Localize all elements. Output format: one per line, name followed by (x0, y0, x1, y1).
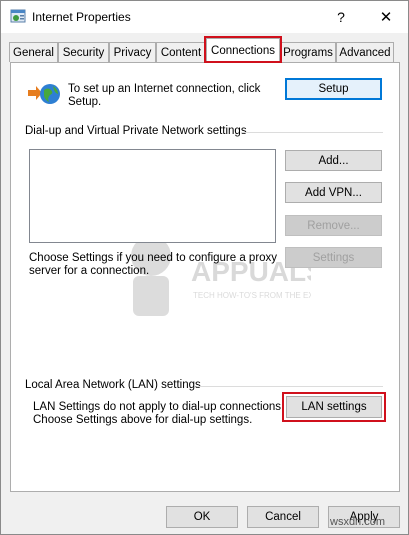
cancel-button[interactable]: Cancel (247, 506, 319, 528)
tab-privacy[interactable]: Privacy (109, 42, 156, 62)
window-title: Internet Properties (32, 10, 131, 24)
title-bar: Internet Properties ? ✕ (1, 1, 408, 33)
add-button[interactable]: Add... (285, 150, 382, 171)
watermark-tagline: TECH HOW-TO'S FROM THE EXPERTS! (193, 291, 311, 300)
setup-description-line2: Setup. (68, 96, 102, 108)
internet-options-icon (10, 9, 26, 23)
add-vpn-button[interactable]: Add VPN... (285, 182, 382, 203)
lan-info-line1: LAN Settings do not apply to dial-up con… (33, 401, 285, 413)
proxy-hint-line2: server for a connection. (29, 265, 150, 277)
lan-group-line (197, 386, 383, 387)
help-button[interactable]: ? (319, 1, 363, 33)
proxy-hint-line1: Choose Settings if you need to configure… (29, 252, 278, 264)
tab-connections[interactable]: Connections (206, 38, 280, 63)
source-watermark-text: wsxdn.com (330, 516, 386, 528)
lan-heading: Local Area Network (LAN) settings (25, 379, 201, 391)
globe-connection-icon (28, 84, 60, 104)
tab-advanced[interactable]: Advanced (336, 42, 394, 62)
internet-properties-window: Internet Properties ? ✕ General Security… (0, 0, 409, 535)
dialup-heading: Dial-up and Virtual Private Network sett… (25, 125, 247, 137)
dialup-group-line (241, 132, 383, 133)
connections-list[interactable] (29, 149, 276, 243)
remove-button[interactable]: Remove... (285, 215, 382, 236)
tab-security[interactable]: Security (58, 42, 109, 62)
close-button[interactable]: ✕ (364, 1, 408, 33)
settings-button[interactable]: Settings (285, 247, 382, 268)
tab-content[interactable]: Content (156, 42, 206, 62)
setup-description-line1: To set up an Internet connection, click (68, 83, 261, 95)
tab-programs[interactable]: Programs (280, 42, 336, 62)
tab-general[interactable]: General (9, 42, 58, 62)
help-icon: ? (337, 9, 345, 25)
ok-button[interactable]: OK (166, 506, 238, 528)
setup-button[interactable]: Setup (285, 78, 382, 100)
lan-info-line2: Choose Settings above for dial-up settin… (33, 414, 253, 426)
close-icon: ✕ (379, 9, 393, 26)
lan-settings-button[interactable]: LAN settings (286, 396, 382, 418)
